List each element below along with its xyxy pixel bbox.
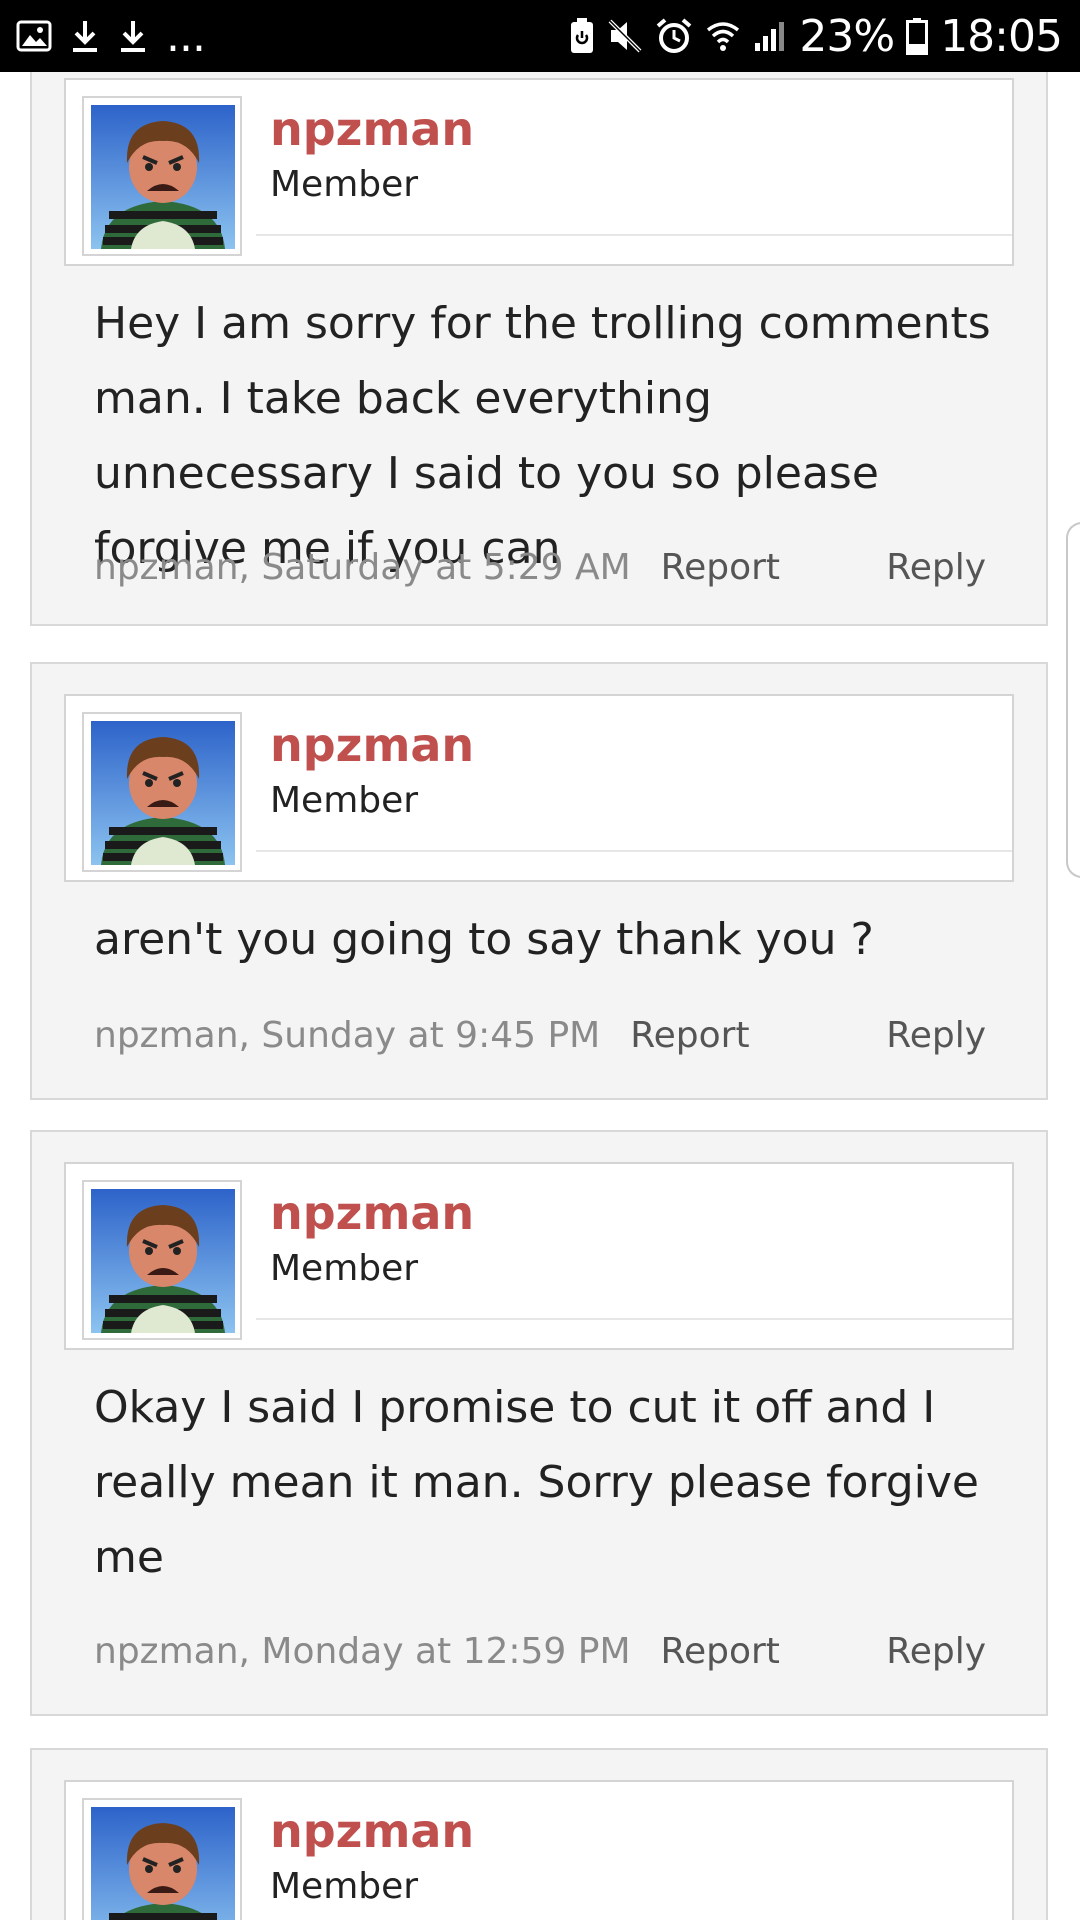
avatar[interactable] <box>82 1180 242 1340</box>
divider <box>256 1318 1012 1320</box>
divider <box>256 234 1012 236</box>
divider <box>256 850 1012 852</box>
comment-byline[interactable]: npzman, Monday at 12:59 PM <box>94 1631 631 1672</box>
user-info-box: npzman Member <box>64 1780 1014 1920</box>
battery-percent: 23% <box>799 10 895 62</box>
reply-link[interactable]: Reply <box>886 1631 986 1672</box>
report-link[interactable]: Report <box>630 1015 749 1056</box>
user-role: Member <box>270 1248 419 1289</box>
comment-text: aren't you going to say thank you ? <box>94 914 874 965</box>
comment-card: npzman Member Okay I said I promise to c… <box>30 1130 1048 1716</box>
comment-card: npzman Member Hey I am sorry for the tro… <box>30 72 1048 626</box>
comment-text: Okay I said I promise to cut it off and … <box>94 1382 979 1583</box>
comment-meta: npzman, Sunday at 9:45 PM Report Reply <box>94 1010 986 1060</box>
username[interactable]: npzman <box>270 1186 474 1240</box>
battery-icon <box>906 17 929 55</box>
avatar-image <box>91 1807 235 1920</box>
avatar[interactable] <box>82 1798 242 1920</box>
mute-icon <box>607 18 643 54</box>
avatar-image <box>91 721 235 865</box>
comment-list: npzman Member Hey I am sorry for the tro… <box>0 72 1080 1920</box>
status-bar-left: ... <box>16 0 206 72</box>
download-icon <box>118 19 148 53</box>
report-link[interactable]: Report <box>661 547 780 588</box>
user-info-box: npzman Member <box>64 694 1014 882</box>
user-role: Member <box>270 780 419 821</box>
comment-byline[interactable]: npzman, Sunday at 9:45 PM <box>94 1015 600 1056</box>
avatar-image <box>91 105 235 249</box>
comment-meta: npzman, Saturday at 5:29 AM Report Reply <box>94 542 986 592</box>
gallery-icon <box>16 20 52 52</box>
alarm-icon <box>655 17 693 55</box>
avatar[interactable] <box>82 96 242 256</box>
user-role: Member <box>270 1866 419 1907</box>
username[interactable]: npzman <box>270 1804 474 1858</box>
wifi-icon <box>705 18 741 54</box>
user-info-box: npzman Member <box>64 78 1014 266</box>
user-role: Member <box>270 164 419 205</box>
user-info-box: npzman Member <box>64 1162 1014 1350</box>
status-bar: ... 23% 18:05 <box>0 0 1080 72</box>
comment-meta: npzman, Monday at 12:59 PM Report Reply <box>94 1626 986 1676</box>
clock-time: 18:05 <box>940 10 1063 62</box>
comment-text: Hey I am sorry for the trolling comments… <box>94 298 991 574</box>
reply-link[interactable]: Reply <box>886 1015 986 1056</box>
signal-icon <box>753 19 787 53</box>
download-icon <box>70 19 100 53</box>
avatar-image <box>91 1189 235 1333</box>
reply-link[interactable]: Reply <box>886 547 986 588</box>
avatar[interactable] <box>82 712 242 872</box>
report-link[interactable]: Report <box>661 1631 780 1672</box>
username[interactable]: npzman <box>270 718 474 772</box>
comment-byline[interactable]: npzman, Saturday at 5:29 AM <box>94 547 631 588</box>
comment-card: npzman Member aren't you going to say th… <box>30 662 1048 1100</box>
status-bar-right: 23% 18:05 <box>569 0 1063 72</box>
edge-panel-handle[interactable] <box>1066 522 1080 878</box>
comment-card: npzman Member <box>30 1748 1048 1920</box>
battery-saver-icon <box>569 17 595 55</box>
username[interactable]: npzman <box>270 102 474 156</box>
more-icon: ... <box>166 10 206 62</box>
